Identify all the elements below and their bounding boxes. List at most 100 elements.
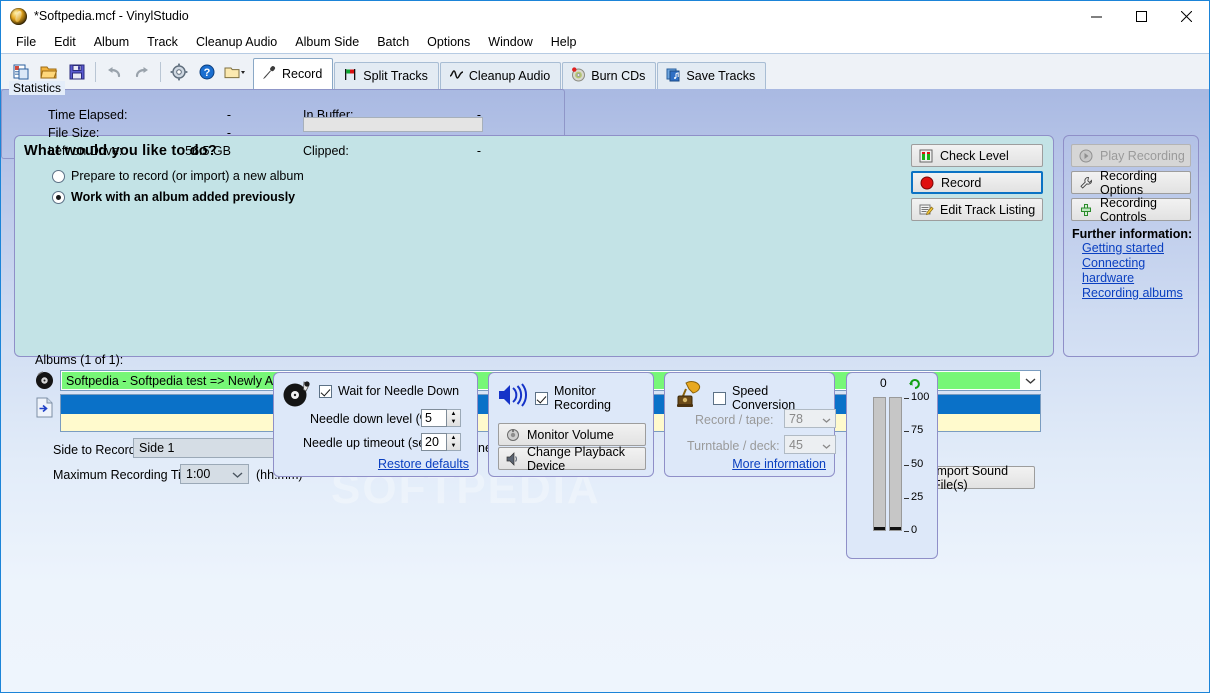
radio-work-existing-album[interactable]: Work with an album added previously: [52, 190, 295, 204]
menu-window[interactable]: Window: [479, 33, 541, 51]
tab-burn-cds[interactable]: Burn CDs: [562, 62, 657, 89]
menu-help[interactable]: Help: [542, 33, 586, 51]
menu-file[interactable]: File: [7, 33, 45, 51]
tab-save-tracks[interactable]: Save Tracks: [657, 62, 767, 89]
title-bar: *Softpedia.mcf - VinylStudio: [1, 1, 1209, 31]
radio-prepare-new-album[interactable]: Prepare to record (or import) a new albu…: [52, 169, 304, 183]
monitor-recording-checkbox[interactable]: Monitor Recording: [535, 384, 653, 412]
check-level-label: Check Level: [940, 148, 1009, 163]
turntable-deck-label: Turntable / deck:: [687, 439, 780, 453]
wait-for-needle-down-label: Wait for Needle Down: [338, 384, 460, 398]
max-recording-time-value: 1:00: [186, 467, 211, 481]
window-controls: [1074, 1, 1209, 31]
needle-down-panel: Wait for Needle Down Needle down level (…: [273, 372, 478, 477]
folder-dropdown-icon[interactable]: [221, 58, 249, 86]
application-window: *Softpedia.mcf - VinylStudio File Edit A…: [0, 0, 1210, 693]
tab-split-tracks[interactable]: Split Tracks: [334, 62, 439, 89]
spin-down-icon[interactable]: ▼: [447, 442, 460, 450]
restore-defaults-link[interactable]: Restore defaults: [378, 457, 469, 471]
play-icon: [1078, 148, 1094, 164]
meter-tick-line: [904, 398, 909, 399]
speed-conversion-checkbox[interactable]: Speed Conversion: [713, 384, 834, 412]
meter-tick-line: [904, 431, 909, 432]
menu-options[interactable]: Options: [418, 33, 479, 51]
spin-up-icon[interactable]: ▲: [447, 434, 460, 442]
record-tape-label: Record / tape:: [695, 413, 774, 427]
tab-cleanup-audio[interactable]: Cleanup Audio: [439, 62, 562, 89]
monitor-volume-button[interactable]: Monitor Volume: [498, 423, 646, 446]
time-elapsed-label: Time Elapsed:: [48, 108, 128, 122]
chevron-down-icon[interactable]: [822, 439, 831, 453]
record-tape-select[interactable]: 78: [784, 409, 836, 428]
needle-down-level-spin-buttons[interactable]: ▲ ▼: [447, 409, 461, 427]
menu-track[interactable]: Track: [138, 33, 187, 51]
clipped-value: -: [476, 144, 481, 158]
chevron-down-icon[interactable]: [822, 413, 831, 427]
further-information-heading: Further information:: [1072, 227, 1193, 241]
spin-down-icon[interactable]: ▼: [447, 418, 460, 426]
menu-album-side[interactable]: Album Side: [286, 33, 368, 51]
record-button[interactable]: Record: [911, 171, 1043, 194]
needle-down-level-input[interactable]: 5: [421, 409, 447, 427]
waveform-icon: [449, 67, 464, 85]
undo-icon[interactable]: [100, 58, 128, 86]
link-recording-albums[interactable]: Recording albums: [1082, 286, 1198, 301]
play-recording-button[interactable]: Play Recording: [1071, 144, 1191, 167]
clipped-label: Clipped:: [303, 144, 349, 158]
task-panel: What would you like to do? Prepare to re…: [14, 135, 1054, 492]
recording-controls-button[interactable]: Recording Controls: [1071, 195, 1191, 224]
help-question-icon[interactable]: ?: [193, 58, 221, 86]
chevron-down-icon[interactable]: [232, 468, 243, 482]
link-getting-started[interactable]: Getting started: [1082, 241, 1198, 256]
tab-save-tracks-label: Save Tracks: [686, 69, 756, 83]
save-disk-icon[interactable]: [63, 58, 91, 86]
tab-split-tracks-label: Split Tracks: [363, 69, 428, 83]
more-information-link[interactable]: More information: [732, 457, 826, 471]
needle-up-timeout-stepper[interactable]: 20 ▲ ▼: [421, 433, 461, 451]
max-recording-time-select[interactable]: 1:00: [180, 464, 249, 484]
edit-list-icon: [918, 202, 934, 218]
toolbar-separator: [160, 61, 161, 82]
edit-track-listing-button[interactable]: Edit Track Listing: [911, 198, 1043, 221]
needle-down-level-stepper[interactable]: 5 ▲ ▼: [421, 409, 461, 427]
checkbox-icon: [713, 391, 726, 405]
tab-record-label: Record: [282, 67, 323, 81]
speed-conversion-panel: Speed Conversion Record / tape: 78 Turnt…: [664, 372, 836, 477]
meter-bar-left: [873, 397, 886, 531]
side-jump-icon[interactable]: [35, 397, 54, 418]
settings-gear-icon[interactable]: [165, 58, 193, 86]
change-playback-device-button[interactable]: Change Playback Device: [498, 444, 646, 473]
menu-edit[interactable]: Edit: [45, 33, 85, 51]
meter-value: 0: [880, 376, 887, 390]
tab-record[interactable]: Record: [253, 58, 334, 89]
level-meter-panel: 0 100 75 50 25 0: [846, 372, 938, 559]
menu-album[interactable]: Album: [85, 33, 138, 51]
tab-cleanup-audio-label: Cleanup Audio: [468, 69, 551, 83]
close-button[interactable]: [1164, 1, 1209, 31]
side-to-record-label: Side to Record:: [53, 443, 140, 457]
flags-icon: [343, 67, 358, 85]
meter-tick-50: 50: [911, 458, 924, 470]
recording-controls-label: Recording Controls: [1100, 195, 1157, 224]
link-connecting-hardware[interactable]: Connecting hardware: [1082, 256, 1198, 286]
slider-icon: [1078, 202, 1094, 218]
redo-icon[interactable]: [128, 58, 156, 86]
radio-circle-selected-icon: [52, 190, 65, 204]
recording-options-button[interactable]: Recording Options: [1071, 169, 1191, 197]
minimize-button[interactable]: [1074, 1, 1119, 31]
meter-tick-25: 25: [911, 491, 924, 503]
menu-batch[interactable]: Batch: [368, 33, 418, 51]
maximize-button[interactable]: [1119, 1, 1164, 31]
speaker-small-icon: [505, 451, 521, 467]
monitor-volume-label: Monitor Volume: [527, 427, 614, 442]
spin-up-icon[interactable]: ▲: [447, 410, 460, 418]
check-level-button[interactable]: Check Level: [911, 144, 1043, 167]
meter-tick-100: 100: [911, 391, 930, 403]
change-playback-device-label: Change Playback Device: [527, 444, 625, 473]
needle-up-timeout-spin-buttons[interactable]: ▲ ▼: [447, 433, 461, 451]
turntable-deck-select[interactable]: 45: [784, 435, 836, 454]
wait-for-needle-down-checkbox[interactable]: Wait for Needle Down: [319, 384, 459, 398]
menu-cleanup-audio[interactable]: Cleanup Audio: [187, 33, 286, 51]
needle-up-timeout-input[interactable]: 20: [421, 433, 447, 451]
chevron-down-icon[interactable]: [1021, 371, 1040, 390]
